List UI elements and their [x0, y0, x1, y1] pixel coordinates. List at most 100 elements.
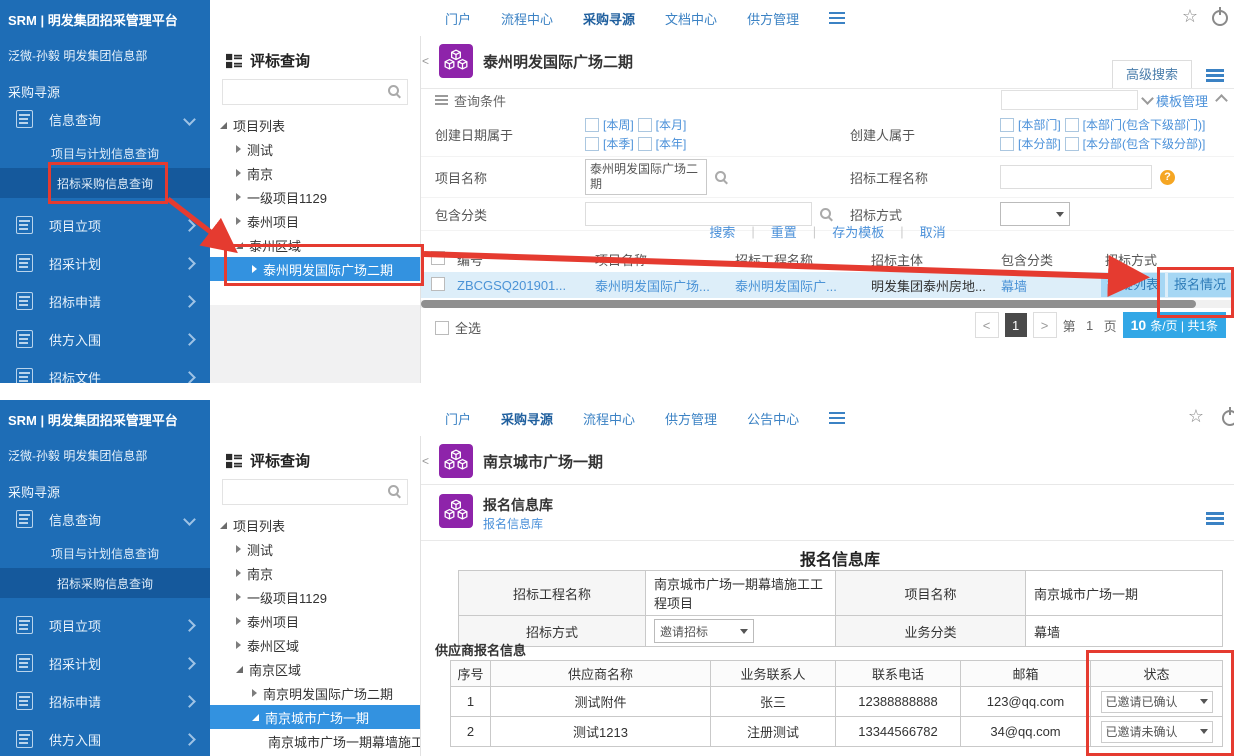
tree-expand-icon[interactable]	[236, 242, 243, 249]
next-page-button[interactable]: >	[1033, 312, 1057, 338]
search-icon[interactable]	[388, 485, 401, 498]
tree-item-nanjing-city-plaza-1[interactable]: 南京城市广场一期	[210, 705, 420, 729]
tree-item-taizhou-region[interactable]: 泰州区域	[210, 233, 420, 257]
row-category-link[interactable]: 幕墙	[1001, 276, 1105, 295]
status-select[interactable]: 已邀请已确认	[1101, 691, 1213, 713]
logout-power-icon[interactable]	[1222, 410, 1234, 426]
sidebar-item-info-query[interactable]: 信息查询	[0, 500, 210, 538]
tree-search-input[interactable]	[222, 79, 408, 105]
method-select[interactable]: 邀请招标	[654, 619, 754, 643]
tree-expand-icon[interactable]	[236, 666, 243, 673]
save-template-button[interactable]: 存为模板	[832, 222, 884, 241]
tree-collapse-icon[interactable]	[236, 145, 241, 153]
tree-collapse-icon[interactable]	[236, 617, 241, 625]
menu-portal[interactable]: 门户	[445, 9, 471, 28]
tree-collapse-icon[interactable]	[236, 217, 241, 225]
sidebar-item-supplier-shortlist[interactable]: 供方入围	[0, 320, 210, 358]
tree-item-taizhou-mingfa-plaza-2[interactable]: 泰州明发国际广场二期	[210, 257, 420, 281]
tree-item-test[interactable]: 测试	[210, 137, 420, 161]
current-page[interactable]: 1	[1005, 313, 1027, 337]
own-branch-checkbox[interactable]	[1000, 137, 1014, 151]
tree-collapse-icon[interactable]	[236, 641, 241, 649]
template-manage-link[interactable]: 模板管理	[1156, 91, 1208, 110]
chevron-down-icon[interactable]	[1141, 92, 1154, 105]
prev-page-button[interactable]: <	[975, 312, 999, 338]
status-select[interactable]: 已邀请未确认	[1101, 721, 1213, 743]
qa-list-button[interactable]: 答疑列表	[1101, 273, 1165, 297]
tree-collapse-icon[interactable]	[236, 193, 241, 201]
tree-collapse-icon[interactable]	[252, 265, 257, 273]
this-quarter-checkbox[interactable]	[585, 137, 599, 151]
menu-procure-sourcing[interactable]: 采购寻源	[501, 409, 553, 428]
menu-supplier-mgmt[interactable]: 供方管理	[747, 9, 799, 28]
module-title[interactable]: 采购寻源	[0, 64, 210, 101]
tree-collapse-icon[interactable]	[236, 545, 241, 553]
sidebar-item-procure-plan[interactable]: 招采计划	[0, 244, 210, 282]
search-icon[interactable]	[820, 208, 833, 221]
sidebar-item-supplier-shortlist[interactable]: 供方入围	[0, 720, 210, 756]
tree-item-nanjing[interactable]: 南京	[210, 161, 420, 185]
sidebar-item-project-plan-query[interactable]: 项目与计划信息查询	[0, 138, 210, 168]
tree-item-nanjing-mingfa-plaza-2[interactable]: 南京明发国际广场二期	[210, 681, 420, 705]
tree-expand-icon[interactable]	[220, 522, 227, 529]
search-button[interactable]: 搜索	[709, 222, 735, 241]
list-view-icon[interactable]	[1206, 67, 1224, 84]
sidebar-item-bid-procure-query[interactable]: 招标采购信息查询	[0, 568, 210, 598]
search-icon[interactable]	[388, 85, 401, 98]
hamburger-menu-icon[interactable]	[829, 9, 845, 27]
horizontal-scrollbar[interactable]	[421, 300, 1234, 308]
row-checkbox[interactable]	[431, 277, 445, 291]
favorite-star-icon[interactable]: ☆	[1182, 6, 1198, 27]
tree-collapse-icon[interactable]	[236, 593, 241, 601]
tender-name-input[interactable]	[1000, 165, 1152, 189]
tree-collapse-icon[interactable]	[236, 569, 241, 577]
advanced-search-tab[interactable]: 高级搜索	[1112, 60, 1192, 88]
header-checkbox[interactable]	[431, 251, 445, 265]
menu-doc-center[interactable]: 文档中心	[665, 9, 717, 28]
sidebar-item-procure-plan[interactable]: 招采计划	[0, 644, 210, 682]
sidebar-item-info-query[interactable]: 信息查询	[0, 100, 210, 138]
row-code-link[interactable]: ZBCGSQ201901...	[457, 278, 595, 293]
page-size-button[interactable]: 10 条/页 | 共1条	[1123, 312, 1226, 338]
menu-announce-center[interactable]: 公告中心	[747, 409, 799, 428]
tree-expand-icon[interactable]	[252, 714, 259, 721]
sidebar-item-bid-apply[interactable]: 招标申请	[0, 282, 210, 320]
sidebar-item-project-setup[interactable]: 项目立项	[0, 606, 210, 644]
tree-item-project-list[interactable]: 项目列表	[210, 513, 420, 537]
tree-item-project-list[interactable]: 项目列表	[210, 113, 420, 137]
tree-item-level1-1129[interactable]: 一级项目1129	[210, 585, 420, 609]
search-icon[interactable]	[715, 171, 728, 184]
select-all-checkbox[interactable]	[435, 321, 449, 335]
tree-expand-icon[interactable]	[220, 122, 227, 129]
row-project-link[interactable]: 泰州明发国际广场...	[595, 276, 735, 295]
scrollbar-thumb[interactable]	[421, 300, 1196, 308]
page-jump-input[interactable]: 1	[1082, 318, 1098, 333]
help-icon[interactable]	[1160, 170, 1175, 185]
sidebar-item-bid-docs[interactable]: 招标文件	[0, 358, 210, 383]
tree-item-taizhou-project[interactable]: 泰州项目	[210, 209, 420, 233]
tree-item-nanjing-region[interactable]: 南京区域	[210, 657, 420, 681]
row-tender-link[interactable]: 泰州明发国际广...	[735, 276, 871, 295]
collapse-query-icon[interactable]	[1215, 94, 1228, 107]
own-dept-sub-checkbox[interactable]	[1065, 118, 1079, 132]
module-title[interactable]: 采购寻源	[0, 464, 210, 501]
reset-button[interactable]: 重置	[771, 222, 797, 241]
tree-search-input[interactable]	[222, 479, 408, 505]
menu-procure-sourcing[interactable]: 采购寻源	[583, 9, 635, 28]
this-year-checkbox[interactable]	[638, 137, 652, 151]
tree-item-nanjing[interactable]: 南京	[210, 561, 420, 585]
tree-collapse-icon[interactable]	[252, 689, 257, 697]
menu-supplier-mgmt[interactable]: 供方管理	[665, 409, 717, 428]
signup-status-button[interactable]: 报名情况	[1168, 273, 1232, 297]
tree-collapse-icon[interactable]	[236, 169, 241, 177]
sidebar-item-bid-procure-query[interactable]: 招标采购信息查询	[0, 168, 210, 198]
own-dept-checkbox[interactable]	[1000, 118, 1014, 132]
logout-power-icon[interactable]	[1212, 10, 1228, 26]
menu-process-center[interactable]: 流程中心	[583, 409, 635, 428]
tree-item-taizhou-project[interactable]: 泰州项目	[210, 609, 420, 633]
project-name-input[interactable]: 泰州明发国际广场二期	[585, 159, 707, 195]
this-week-checkbox[interactable]	[585, 118, 599, 132]
menu-process-center[interactable]: 流程中心	[501, 9, 553, 28]
cancel-button[interactable]: 取消	[920, 222, 946, 241]
this-month-checkbox[interactable]	[638, 118, 652, 132]
